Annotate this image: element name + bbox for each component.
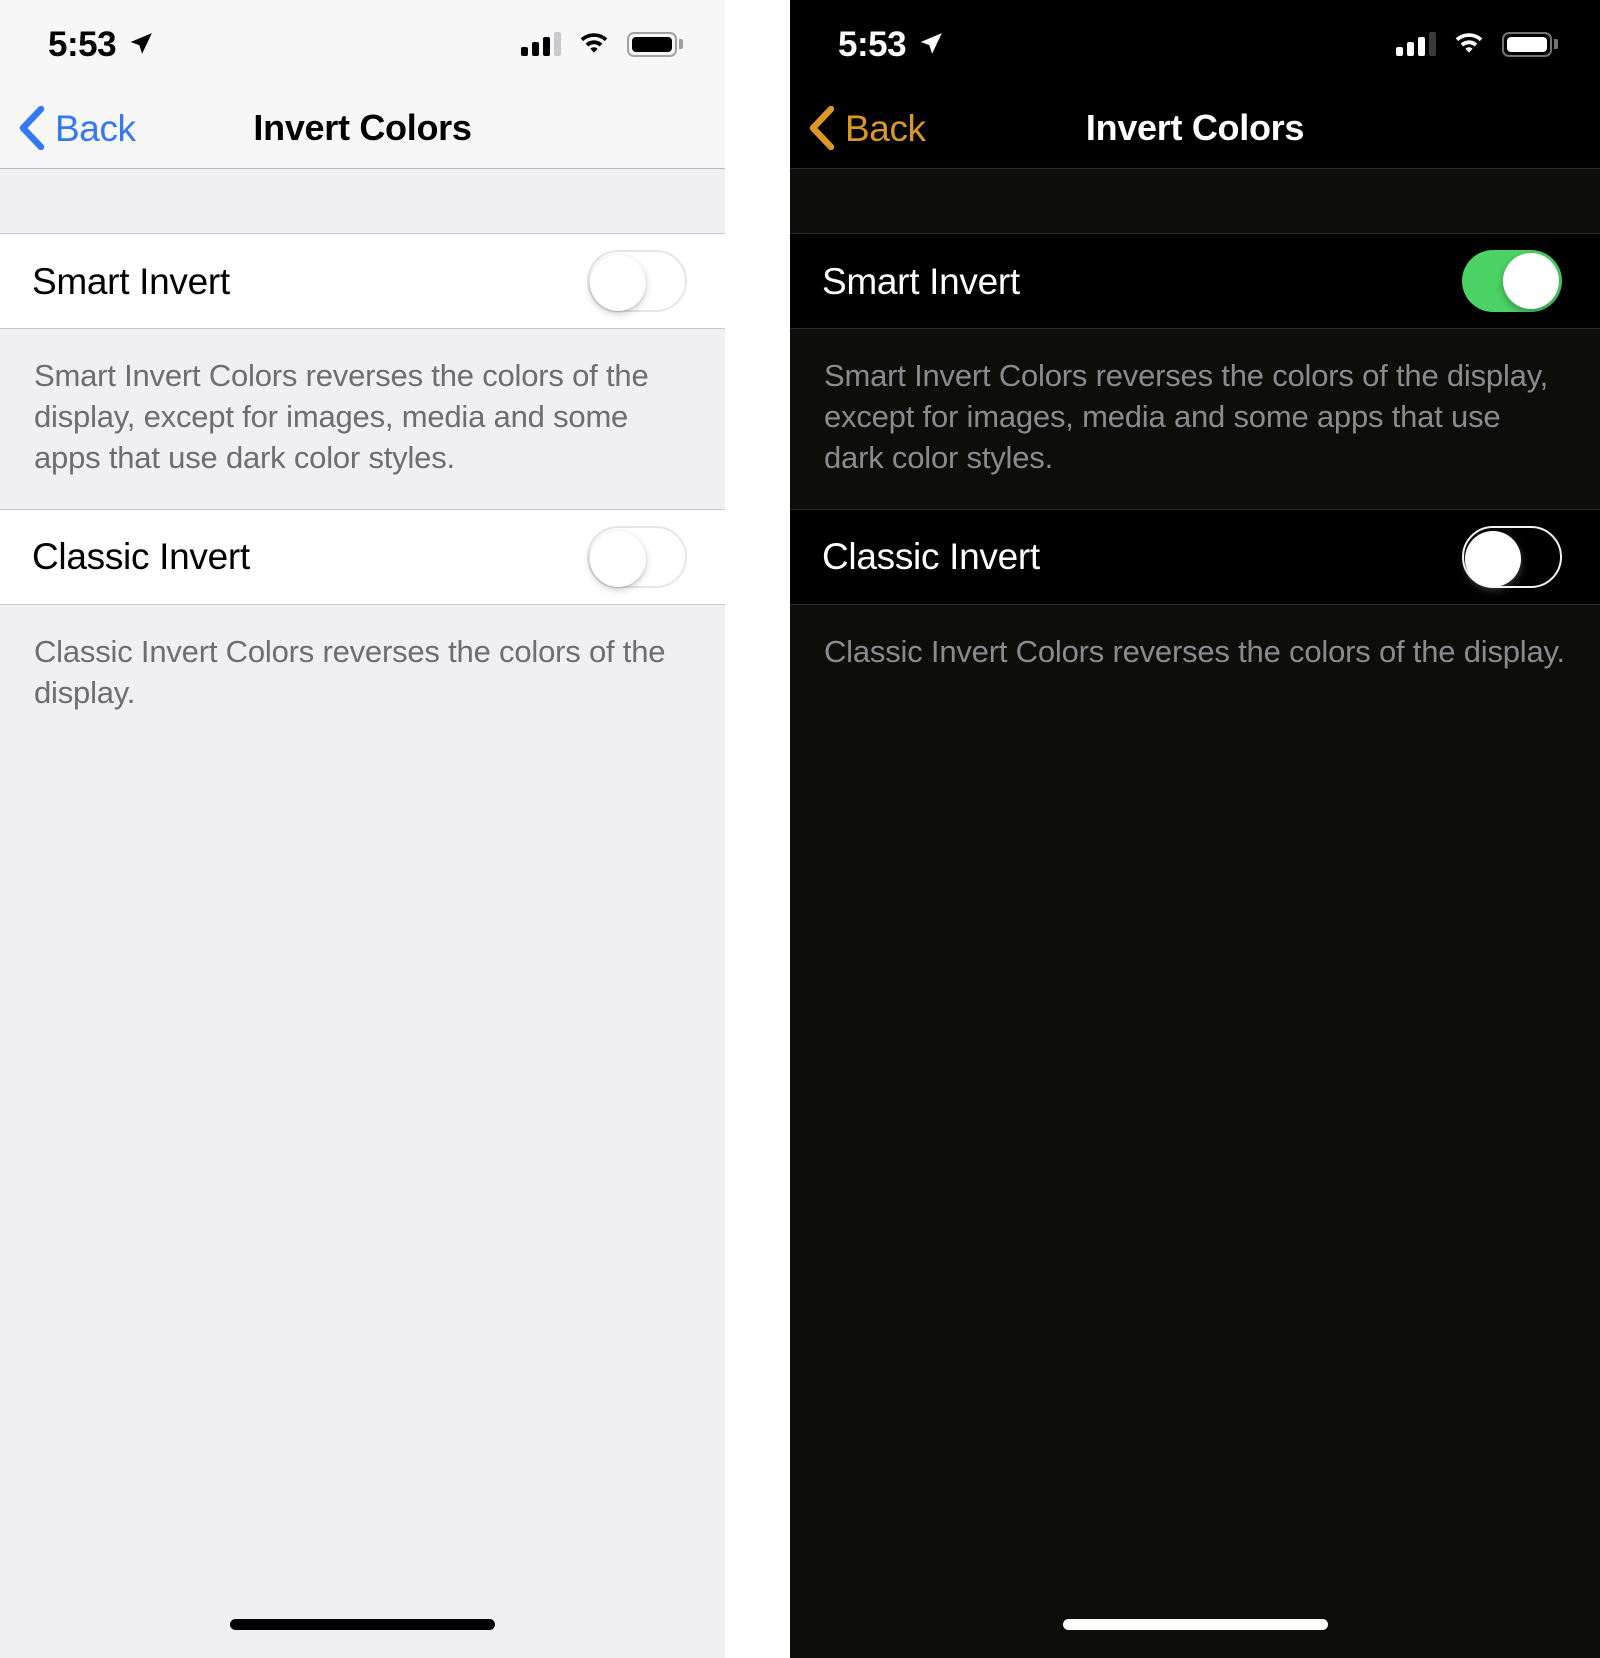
settings-list-light: Smart Invert Smart Invert Colors reverse…: [0, 169, 725, 1658]
cellular-signal-icon: [521, 32, 561, 56]
classic-invert-description: Classic Invert Colors reverses the color…: [790, 605, 1600, 702]
status-bar-left: 5:53: [828, 27, 944, 62]
smart-invert-description: Smart Invert Colors reverses the colors …: [790, 329, 1600, 510]
chevron-left-icon: [18, 106, 45, 150]
settings-list-dark: Smart Invert Smart Invert Colors reverse…: [790, 169, 1600, 1658]
phone-screen-light: 5:53: [0, 0, 725, 1658]
smart-invert-toggle[interactable]: [587, 250, 687, 312]
back-button[interactable]: Back: [0, 106, 136, 150]
status-bar: 5:53: [790, 0, 1600, 88]
back-button-label: Back: [55, 110, 136, 147]
cellular-signal-icon: [1396, 32, 1436, 56]
setting-row-smart-invert[interactable]: Smart Invert: [0, 234, 725, 329]
phone-screen-dark: 5:53: [790, 0, 1600, 1658]
setting-row-classic-invert[interactable]: Classic Invert: [0, 510, 725, 605]
status-bar-left: 5:53: [38, 27, 154, 62]
panel-divider: [725, 0, 790, 1658]
group-spacer: [790, 169, 1600, 234]
toggle-knob: [590, 531, 646, 587]
toggle-knob: [590, 255, 646, 311]
status-bar-clock: 5:53: [48, 27, 116, 62]
home-indicator[interactable]: [1063, 1619, 1328, 1630]
navigation-bar: Back Invert Colors: [0, 88, 725, 169]
wifi-icon: [578, 30, 610, 59]
battery-icon: [627, 32, 683, 57]
empty-space: [790, 702, 1600, 1590]
setting-row-label: Smart Invert: [822, 263, 1020, 300]
setting-row-label: Classic Invert: [32, 538, 250, 575]
classic-invert-description: Classic Invert Colors reverses the color…: [0, 605, 725, 743]
group-spacer: [0, 169, 725, 234]
back-button-label: Back: [845, 110, 926, 147]
screenshot-root: 5:53: [0, 0, 1600, 1658]
setting-row-label: Classic Invert: [822, 538, 1040, 575]
classic-invert-toggle[interactable]: [587, 526, 687, 588]
wifi-icon: [1453, 30, 1485, 59]
smart-invert-toggle[interactable]: [1462, 250, 1562, 312]
smart-invert-description: Smart Invert Colors reverses the colors …: [0, 329, 725, 510]
setting-row-label: Smart Invert: [32, 263, 230, 300]
toggle-knob: [1503, 253, 1559, 309]
status-bar: 5:53: [0, 0, 725, 88]
chevron-left-icon: [808, 106, 835, 150]
back-button[interactable]: Back: [790, 106, 926, 150]
toggle-knob: [1465, 531, 1521, 587]
home-indicator-area: [790, 1590, 1600, 1658]
empty-space: [0, 743, 725, 1590]
battery-icon: [1502, 32, 1558, 57]
home-indicator[interactable]: [230, 1619, 495, 1630]
navigation-bar: Back Invert Colors: [790, 88, 1600, 169]
status-bar-clock: 5:53: [838, 27, 906, 62]
home-indicator-area: [0, 1590, 725, 1658]
status-bar-right: [521, 30, 687, 59]
location-arrow-icon: [128, 31, 154, 57]
setting-row-smart-invert[interactable]: Smart Invert: [790, 234, 1600, 329]
setting-row-classic-invert[interactable]: Classic Invert: [790, 510, 1600, 605]
status-bar-right: [1396, 30, 1562, 59]
classic-invert-toggle[interactable]: [1462, 526, 1562, 588]
location-arrow-icon: [918, 31, 944, 57]
